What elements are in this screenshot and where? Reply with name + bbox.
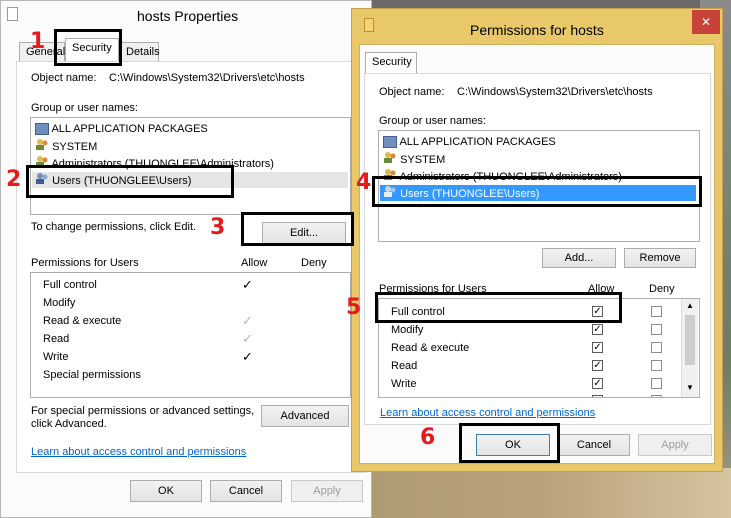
package-icon xyxy=(35,123,49,136)
deny-read-execute-checkbox[interactable] xyxy=(651,342,662,353)
annotation-number: 2 xyxy=(6,167,22,192)
list-item[interactable]: ALL APPLICATION PACKAGES xyxy=(35,121,208,137)
allow-read-execute-checkbox[interactable]: ✓ xyxy=(592,342,603,353)
checkmark-icon: ✓ xyxy=(242,313,253,328)
annotation-number: 1 xyxy=(30,29,46,54)
permissions-header: Permissions for Users xyxy=(31,257,139,269)
permissions-list: Full control Modify Read & execute Read … xyxy=(30,272,351,398)
group-label: Group or user names: xyxy=(31,102,138,114)
annotation-number: 4 xyxy=(356,170,372,195)
special-permissions-text: For special permissions or advanced sett… xyxy=(31,405,255,417)
allow-modify-checkbox[interactable]: ✓ xyxy=(592,324,603,335)
scroll-thumb[interactable] xyxy=(685,315,695,365)
deny-full-control-checkbox[interactable] xyxy=(651,306,662,317)
annotation-box xyxy=(459,423,560,463)
folder-icon xyxy=(364,18,374,32)
list-item-label: ALL APPLICATION PACKAGES xyxy=(399,136,556,148)
access-control-link[interactable]: Learn about access control and permissio… xyxy=(380,407,595,419)
annotation-box xyxy=(375,292,622,323)
deny-write-checkbox[interactable] xyxy=(651,378,662,389)
annotation-box xyxy=(26,165,234,198)
list-item[interactable]: SYSTEM xyxy=(383,151,445,167)
object-name-label: Object name: xyxy=(379,86,445,98)
window-title: hosts Properties xyxy=(137,8,239,24)
deny-modify-checkbox[interactable] xyxy=(651,324,662,335)
change-permissions-text: To change permissions, click Edit. xyxy=(31,221,197,233)
annotation-box xyxy=(372,176,702,207)
allow-read-checkbox[interactable]: ✓ xyxy=(592,360,603,371)
remove-button[interactable]: Remove xyxy=(624,248,696,268)
object-name-value: C:\Windows\System32\Drivers\etc\hosts xyxy=(109,72,305,84)
checkmark-icon: ✓ xyxy=(242,331,253,346)
package-icon xyxy=(383,136,397,149)
checkmark-icon: ✓ xyxy=(242,349,253,364)
tab-details[interactable]: Details xyxy=(119,42,160,62)
perm-read-execute: Read & execute xyxy=(43,315,122,327)
cancel-button[interactable]: Cancel xyxy=(210,480,282,502)
perm-write: Write xyxy=(391,378,417,390)
deny-read-checkbox[interactable] xyxy=(651,360,662,371)
desktop-background-bottom xyxy=(352,468,731,518)
list-item-label: SYSTEM xyxy=(52,141,98,153)
allow-header: Allow xyxy=(241,257,268,269)
advanced-button[interactable]: Advanced xyxy=(261,405,349,427)
apply-button[interactable]: Apply xyxy=(638,434,712,456)
perm-write: Write xyxy=(43,351,69,363)
list-item-label: SYSTEM xyxy=(400,154,446,166)
tab-security[interactable]: Security xyxy=(365,52,417,74)
deny-special-checkbox[interactable] xyxy=(651,395,662,397)
access-control-link[interactable]: Learn about access control and permissio… xyxy=(31,446,246,458)
annotation-number: 6 xyxy=(420,425,436,450)
users-icon xyxy=(35,138,49,150)
allow-special-checkbox[interactable] xyxy=(592,395,603,397)
list-item[interactable]: SYSTEM xyxy=(35,138,97,154)
deny-header: Deny xyxy=(649,283,675,295)
perm-special: Special permissions xyxy=(43,369,141,381)
dialog-title: Permissions for hosts xyxy=(470,22,604,38)
scroll-down-icon[interactable]: ▼ xyxy=(686,383,694,392)
users-icon xyxy=(383,151,397,163)
scroll-up-icon[interactable]: ▲ xyxy=(686,301,694,310)
annotation-box xyxy=(54,29,122,66)
list-item-label: ALL APPLICATION PACKAGES xyxy=(51,123,208,135)
list-item[interactable]: ALL APPLICATION PACKAGES xyxy=(383,134,556,150)
scrollbar[interactable]: ▲ ▼ xyxy=(681,299,698,397)
group-label: Group or user names: xyxy=(379,115,486,127)
allow-write-checkbox[interactable]: ✓ xyxy=(592,378,603,389)
deny-header: Deny xyxy=(301,257,327,269)
perm-read-execute: Read & execute xyxy=(391,342,470,354)
perm-modify: Modify xyxy=(391,324,424,336)
close-icon[interactable]: ✕ xyxy=(692,10,720,34)
annotation-number: 3 xyxy=(210,215,226,240)
click-advanced-text: click Advanced. xyxy=(31,418,107,430)
annotation-box xyxy=(241,212,354,246)
perm-full-control: Full control xyxy=(43,279,97,291)
perm-read: Read xyxy=(43,333,70,345)
object-name-value: C:\Windows\System32\Drivers\etc\hosts xyxy=(457,86,653,98)
file-icon xyxy=(7,7,18,21)
add-button[interactable]: Add... xyxy=(542,248,616,268)
hosts-properties-window: hosts Properties General Security Detail… xyxy=(0,0,372,518)
annotation-number: 5 xyxy=(346,295,362,320)
cancel-button[interactable]: Cancel xyxy=(558,434,630,456)
ok-button[interactable]: OK xyxy=(130,480,202,502)
checkmark-icon: ✓ xyxy=(242,277,253,292)
perm-modify: Modify xyxy=(43,297,76,309)
object-name-label: Object name: xyxy=(31,72,97,84)
apply-button[interactable]: Apply xyxy=(291,480,363,502)
perm-read: Read xyxy=(391,360,418,372)
